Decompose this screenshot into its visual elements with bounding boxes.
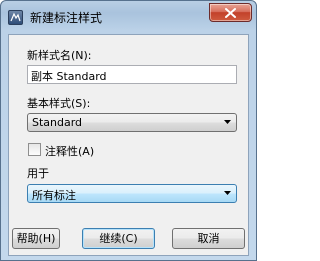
chevron-down-icon [224, 191, 231, 195]
help-button[interactable]: 帮助(H) [12, 228, 60, 249]
use-for-dropdown[interactable]: 所有标注 [27, 184, 237, 203]
dialog-body: 新样式名(N): 副本 Standard 基本样式(S): Standard 注… [8, 34, 249, 256]
new-style-name-input[interactable]: 副本 Standard [27, 65, 237, 84]
new-style-name-label: 新样式名(N): [27, 49, 92, 62]
chevron-down-icon [224, 120, 231, 124]
cancel-button[interactable]: 取消 [172, 228, 245, 249]
base-style-label: 基本样式(S): [27, 97, 91, 110]
close-icon [225, 8, 236, 18]
new-dimension-style-dialog: 新建标注样式 新样式名(N): 副本 Standard 基本样式(S): Sta… [0, 0, 257, 261]
dialog-title: 新建标注样式 [30, 11, 103, 25]
title-bar[interactable]: 新建标注样式 [1, 1, 256, 33]
autocad-app-icon [8, 10, 23, 25]
base-style-value: Standard [32, 116, 83, 129]
use-for-value: 所有标注 [32, 189, 76, 202]
continue-button[interactable]: 继续(C) [82, 228, 155, 249]
close-button[interactable] [209, 3, 252, 22]
use-for-label: 用于 [27, 167, 49, 180]
annotative-label[interactable]: 注释性(A) [45, 143, 94, 159]
annotative-checkbox[interactable] [28, 143, 41, 156]
base-style-dropdown[interactable]: Standard [27, 113, 237, 132]
